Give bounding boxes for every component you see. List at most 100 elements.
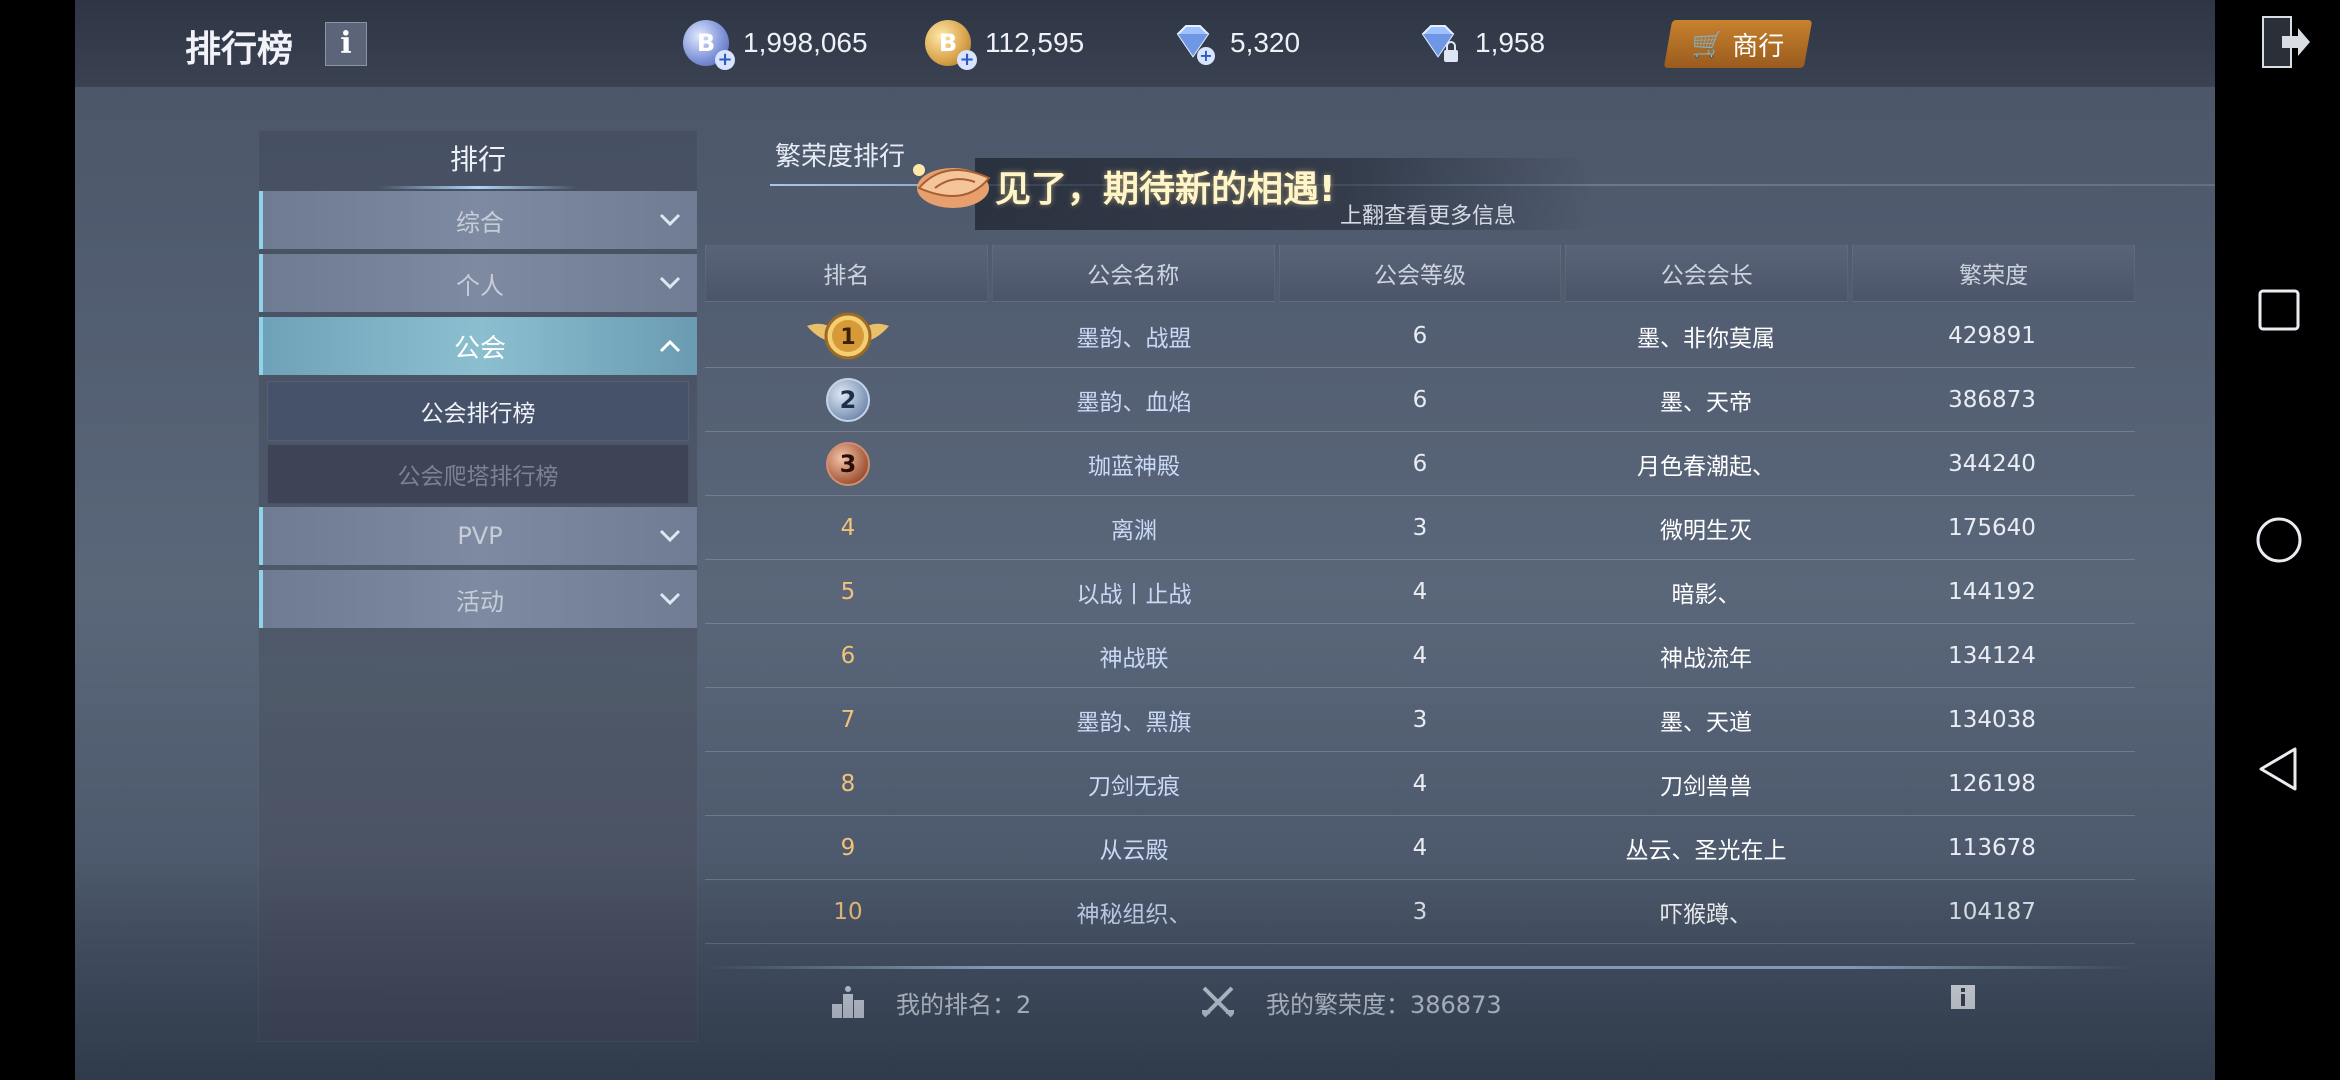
sidebar-subitem-label: 公会爬塔排行榜 (397, 464, 559, 490)
guild-leader-cell: 神战流年 (1660, 645, 1752, 672)
column-header-guild-name: 公会名称 (991, 244, 1275, 302)
guild-level-cell: 6 (1412, 386, 1428, 413)
prosperity-cell: 104187 (1948, 898, 2036, 925)
prosperity-cell: 175640 (1948, 514, 2036, 541)
table-row[interactable]: 4 离渊 3 微明生灭 175640 (705, 496, 2135, 560)
sidebar-item-pvp[interactable]: PVP (259, 507, 697, 565)
guild-name-cell: 以战丨止战 (1076, 581, 1192, 608)
rank-cell: 3 (705, 432, 991, 495)
rank-cell: 4 (840, 514, 856, 541)
currency-diamond[interactable]: + 5,320 (1170, 18, 1300, 68)
info-icon (1951, 985, 1975, 1009)
guild-name-cell: 墨韵、黑旗 (1076, 709, 1192, 736)
guild-level-cell: 3 (1412, 706, 1428, 733)
sidebar-item-label: 综合 (456, 208, 504, 237)
prosperity-cell: 113678 (1948, 834, 2036, 861)
table-row[interactable]: 7 墨韵、黑旗 3 墨、天道 134038 (705, 688, 2135, 752)
prosperity-cell: 144192 (1948, 578, 2036, 605)
currency-value: 5,320 (1230, 27, 1301, 58)
chevron-down-icon (659, 592, 681, 606)
sidebar-subitem-guild-tower-ranking[interactable]: 公会爬塔排行榜 (267, 444, 689, 504)
guild-leader-cell: 月色春潮起、 (1637, 453, 1775, 480)
sidebar-item-activity[interactable]: 活动 (259, 570, 697, 628)
guild-name-cell: 从云殿 (1099, 837, 1169, 864)
table-row[interactable]: 9 从云殿 4 丛云、圣光在上 113678 (705, 816, 2135, 880)
rank-cell: 6 (840, 642, 856, 669)
svg-text:+: + (1199, 46, 1212, 65)
diamond-icon: + (1170, 20, 1216, 66)
guild-level-cell: 3 (1412, 898, 1428, 925)
tab-prosperity-ranking[interactable]: 繁荣度排行 (775, 136, 905, 173)
screen: 排行榜 i B + 1,998,065 B + 112,595 + 5,320 1 (0, 0, 2340, 1080)
sidebar-subitem-guild-ranking[interactable]: 公会排行榜 (267, 381, 689, 441)
currency-value: 112,595 (985, 27, 1085, 58)
gold-coin-icon: B + (925, 20, 977, 70)
guild-leader-cell: 丛云、圣光在上 (1625, 837, 1787, 864)
table-row[interactable]: 2 墨韵、血焰 6 墨、天帝 386873 (705, 368, 2135, 432)
ranking-table: 1 墨韵、战盟 6 墨、非你莫属 429891 2 墨韵、血焰 6 墨、天帝 3… (705, 304, 2135, 944)
guild-name-cell: 神战联 (1099, 645, 1169, 672)
my-rank: 我的排名：2 (830, 984, 1031, 1020)
game-area: 排行榜 i B + 1,998,065 B + 112,595 + 5,320 1 (75, 0, 2215, 1080)
silver-medal-icon: 2 (826, 377, 870, 422)
rank-cell: 1 (705, 304, 991, 367)
guild-name-cell: 墨韵、血焰 (1076, 389, 1192, 416)
notice-hint: 上翻查看更多信息 (1340, 204, 1517, 229)
chevron-up-icon (659, 339, 681, 353)
guild-level-cell: 6 (1412, 450, 1428, 477)
prosperity-cell: 386873 (1948, 386, 2036, 413)
info-button[interactable]: i (325, 22, 367, 66)
sidebar-header: 排行 (259, 131, 697, 189)
sidebar-subitem-label: 公会排行榜 (420, 401, 536, 427)
table-row[interactable]: 1 墨韵、战盟 6 墨、非你莫属 429891 (705, 304, 2135, 368)
my-prosperity-text: 我的繁荣度：386873 (1266, 990, 1502, 1019)
rank-value: 3 (839, 449, 857, 478)
currency-locked-diamond[interactable]: 1,958 (1415, 18, 1545, 68)
prosperity-cell: 134124 (1948, 642, 2036, 669)
left-margin (0, 0, 75, 1080)
locked-diamond-icon (1415, 20, 1461, 66)
currency-blue-coin[interactable]: B + 1,998,065 (683, 18, 868, 70)
table-row[interactable]: 5 以战丨止战 4 暗影、 144192 (705, 560, 2135, 624)
gold-medal-icon: 1 (807, 312, 889, 359)
guild-level-cell: 4 (1412, 578, 1428, 605)
prosperity-cell: 126198 (1948, 770, 2036, 797)
exit-icon[interactable] (2260, 14, 2312, 70)
column-header-guild-leader: 公会会长 (1565, 244, 1849, 302)
sidebar-item-guild[interactable]: 公会 (259, 317, 697, 375)
guild-leader-cell: 墨、天帝 (1660, 389, 1752, 416)
guild-leader-cell: 微明生灭 (1660, 517, 1752, 544)
table-row[interactable]: 6 神战联 4 神战流年 134124 (705, 624, 2135, 688)
table-row[interactable]: 10 神秘组织、 3 吓猴蹲、 104187 (705, 880, 2135, 944)
guild-leader-cell: 墨、非你莫属 (1637, 325, 1775, 352)
cart-icon: 🛒 (1691, 29, 1725, 59)
table-row[interactable]: 8 刀剑无痕 4 刀剑兽兽 126198 (705, 752, 2135, 816)
sidebar-item-label: 公会 (453, 333, 506, 364)
conch-shell-icon (913, 164, 991, 208)
currency-gold-coin[interactable]: B + 112,595 (925, 18, 1085, 70)
back-button[interactable] (2255, 745, 2303, 793)
guild-level-cell: 6 (1412, 322, 1428, 349)
sidebar-item-personal[interactable]: 个人 (259, 254, 697, 312)
guild-name-cell: 珈蓝神殿 (1088, 453, 1180, 480)
rank-value: 1 (840, 325, 855, 350)
currency-value: 1,958 (1475, 27, 1546, 58)
sidebar-item-label: 活动 (456, 587, 504, 616)
guild-level-cell: 4 (1412, 770, 1428, 797)
rank-value: 2 (839, 385, 857, 414)
table-row[interactable]: 3 珈蓝神殿 6 月色春潮起、 344240 (705, 432, 2135, 496)
guild-level-cell: 4 (1412, 834, 1428, 861)
shop-button[interactable]: 🛒 商行 (1663, 20, 1813, 68)
my-ranking-footer: 我的排名：2 我的繁荣度：386873 (705, 950, 2135, 1050)
recent-apps-button[interactable] (2255, 286, 2303, 334)
home-button[interactable] (2255, 516, 2303, 564)
page-title: 排行榜 (185, 29, 294, 70)
footer-info-button[interactable] (1950, 984, 1976, 1010)
guild-level-cell: 4 (1412, 642, 1428, 669)
category-sidebar: 排行 综合 个人 公会 公会排行榜 公会爬塔排行榜 PVP 活动 (258, 130, 698, 1042)
notice-text: 见了，期待新的相遇! (995, 169, 1336, 210)
chevron-down-icon (659, 276, 681, 290)
sidebar-item-overall[interactable]: 综合 (259, 191, 697, 249)
my-prosperity: 我的繁荣度：386873 (1200, 984, 1502, 1020)
guild-name-cell: 墨韵、战盟 (1076, 325, 1192, 352)
